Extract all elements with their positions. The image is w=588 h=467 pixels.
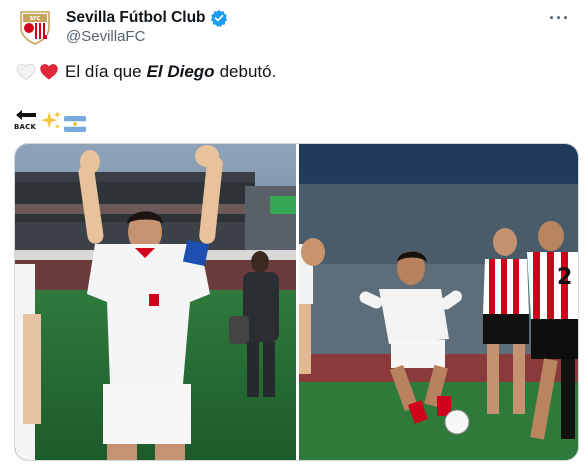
tweet-header: SFC Sevilla Fútbol Club @SevillaFC ··· [16,8,576,48]
name-row: Sevilla Fútbol Club [66,8,228,28]
emoji-row: BACK [14,108,86,132]
maradona-dribbling-photo[interactable]: 2 [299,144,578,460]
tweet-text: El día que El Diego debutó. [16,61,276,83]
tweet-text-before: El día que [65,62,142,81]
more-options-icon[interactable]: ··· [549,8,570,29]
svg-text:2: 2 [557,265,572,290]
svg-text:SFC: SFC [30,16,41,22]
tweet-text-emphasis: El Diego [146,62,215,81]
maradona-waving-photo[interactable] [15,144,296,460]
back-label: BACK [14,123,37,131]
tweet-text-after: debutó. [219,62,277,81]
white-heart-icon [16,63,36,81]
back-arrow-icon: BACK [14,108,38,132]
verified-badge-icon [210,9,227,27]
sparkles-icon [40,110,62,130]
argentina-flag-icon [64,116,86,132]
red-heart-icon [40,64,58,80]
account-handle[interactable]: @SevillaFC [66,28,145,45]
media-grid: 2 [14,143,579,461]
display-name[interactable]: Sevilla Fútbol Club [66,9,206,27]
sevilla-crest-icon[interactable]: SFC [18,9,52,45]
